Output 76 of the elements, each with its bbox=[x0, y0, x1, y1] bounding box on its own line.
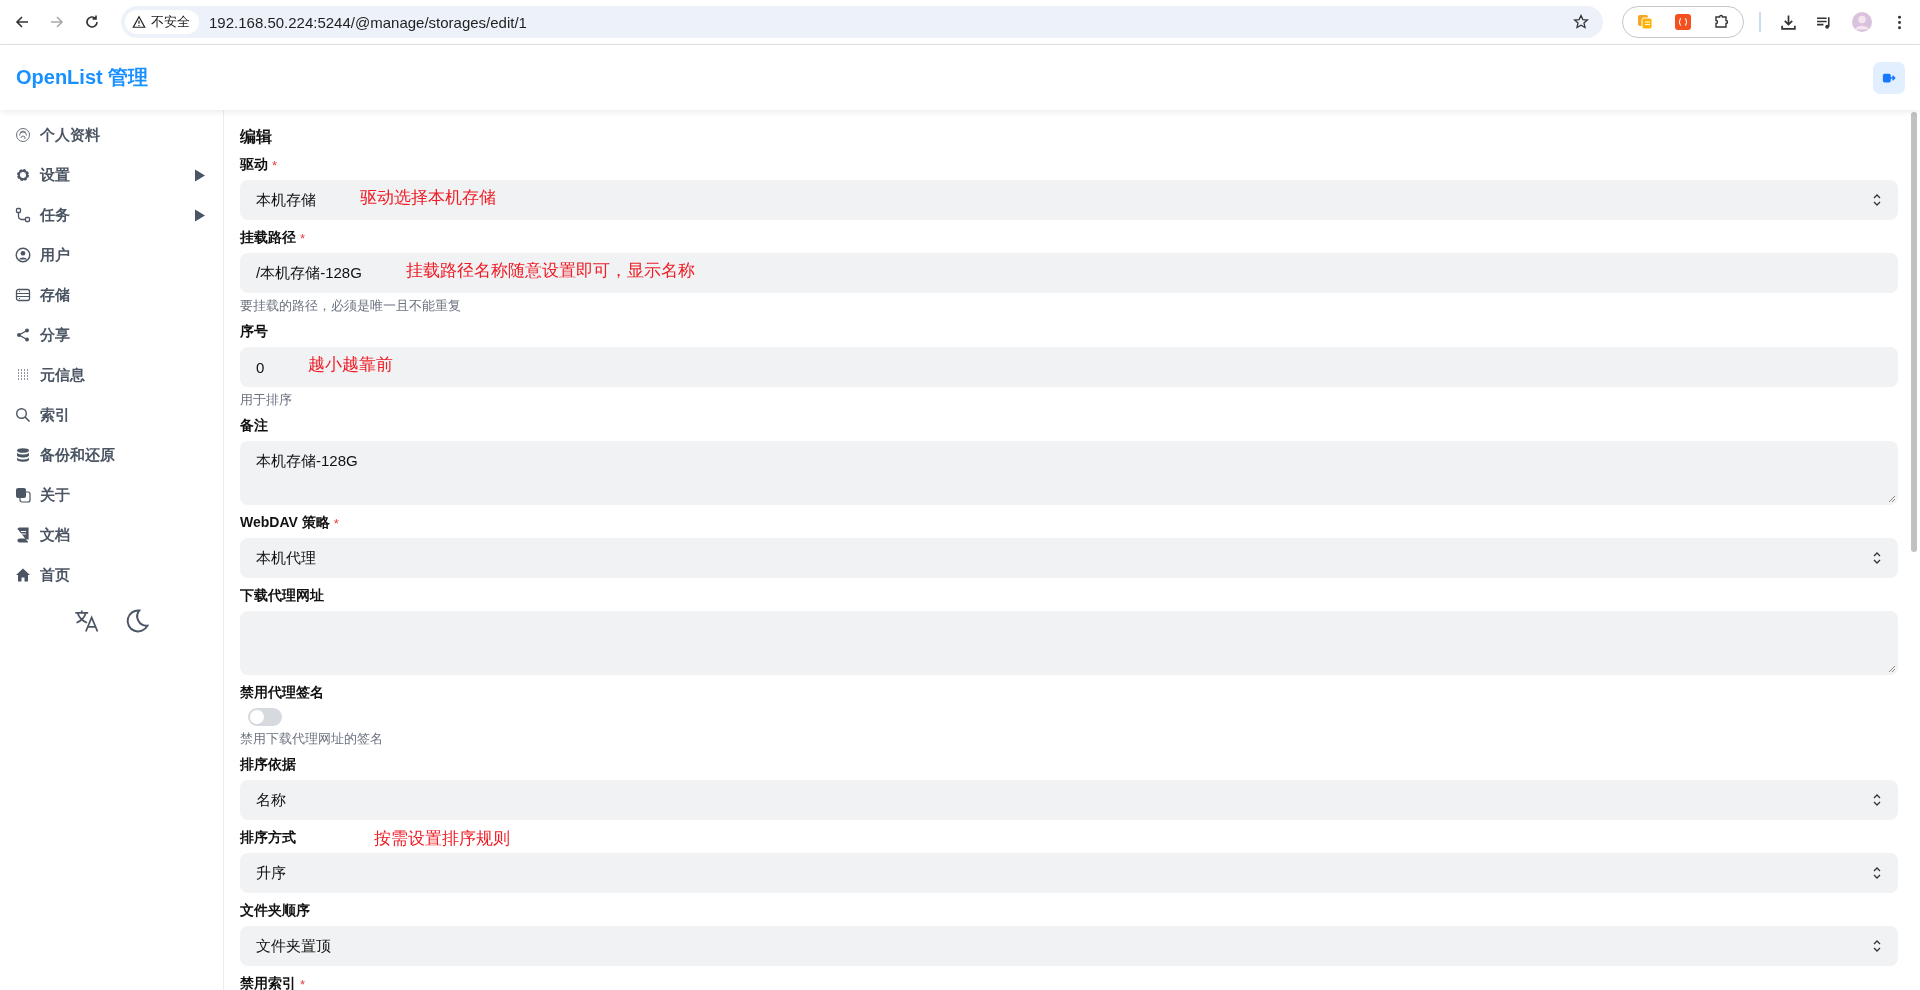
sidebar-item[interactable]: 备份和还原 bbox=[0, 435, 223, 475]
sidebar-item[interactable]: 设置 bbox=[0, 155, 223, 195]
field-label: 禁用索引 bbox=[240, 975, 296, 990]
dots-grid-icon bbox=[15, 367, 31, 383]
select-field[interactable]: 升序 bbox=[240, 853, 1898, 893]
annotation-text: 按需设置排序规则 bbox=[374, 827, 510, 850]
required-asterisk: * bbox=[272, 157, 278, 173]
select-field[interactable]: 本机代理 bbox=[240, 538, 1898, 578]
field-label: 排序依据 bbox=[240, 756, 296, 774]
url-text: 192.168.50.224:5244/@manage/storages/edit/1 bbox=[209, 13, 528, 31]
back-icon[interactable] bbox=[14, 14, 30, 30]
required-asterisk: * bbox=[333, 515, 339, 531]
sidebar-item[interactable]: 文档 bbox=[0, 515, 223, 555]
reload-icon[interactable] bbox=[84, 14, 100, 30]
help-text: 要挂载的路径，必须是唯一且不能重复 bbox=[240, 298, 462, 314]
select-chevron-icon bbox=[1872, 551, 1882, 565]
select-field[interactable]: 名称 bbox=[240, 780, 1898, 820]
security-badge[interactable]: 不安全 bbox=[125, 10, 199, 34]
address-bar[interactable]: 不安全 192.168.50.224:5244/@manage/storages/edit/1 bbox=[121, 6, 1603, 38]
field-label: 挂载路径 bbox=[240, 229, 296, 247]
braces-icon[interactable] bbox=[1675, 14, 1691, 30]
field-label: 备注 bbox=[240, 417, 268, 435]
sidebar-item[interactable]: 首页 bbox=[0, 555, 223, 595]
select-chevron-icon bbox=[1872, 939, 1882, 953]
scrollbar-thumb[interactable] bbox=[1911, 112, 1917, 552]
book-icon bbox=[15, 527, 31, 543]
input-field[interactable]: 0 越小越靠前 bbox=[240, 347, 1898, 387]
annotation-text: 挂载路径名称随意设置即可，显示名称 bbox=[405, 259, 695, 282]
sidebar-item[interactable]: 任务 bbox=[0, 195, 223, 235]
sidebar-item[interactable]: 分享 bbox=[0, 315, 223, 355]
bookmark-star-icon[interactable] bbox=[1573, 14, 1589, 30]
sidebar-item[interactable]: 索引 bbox=[0, 395, 223, 435]
flow-icon bbox=[15, 207, 31, 223]
resize-handle-icon[interactable] bbox=[1888, 665, 1896, 673]
search-icon bbox=[15, 407, 31, 423]
database-icon bbox=[15, 447, 31, 463]
field-label: 序号 bbox=[240, 323, 268, 341]
share-icon bbox=[15, 327, 31, 343]
download-icon[interactable] bbox=[1780, 13, 1797, 31]
select-chevron-icon bbox=[1872, 793, 1882, 807]
field-label: 禁用代理签名 bbox=[240, 684, 324, 702]
annotation-text: 驱动选择本机存储 bbox=[360, 186, 496, 209]
field-label: 排序方式 bbox=[240, 829, 296, 847]
field-label: WebDAV 策略 bbox=[240, 514, 330, 532]
puzzle-icon[interactable] bbox=[1713, 14, 1729, 30]
sidebar-item[interactable]: 用户 bbox=[0, 235, 223, 275]
textarea-field[interactable] bbox=[240, 611, 1898, 675]
field-label: 下载代理网址 bbox=[240, 587, 324, 605]
input-field[interactable]: /本机存储-128G 挂载路径名称随意设置即可，显示名称 bbox=[240, 253, 1898, 293]
user-icon bbox=[15, 247, 31, 263]
annotation-text: 越小越靠前 bbox=[308, 353, 394, 376]
resize-handle-icon[interactable] bbox=[1888, 495, 1896, 503]
copy-icon bbox=[15, 487, 31, 503]
field-label: 驱动 bbox=[240, 156, 268, 174]
gear-icon bbox=[15, 167, 31, 183]
fingerprint-icon bbox=[15, 127, 31, 143]
field-label: 文件夹顺序 bbox=[240, 902, 310, 920]
required-asterisk: * bbox=[300, 230, 306, 246]
sidebar-item[interactable]: 个人资料 bbox=[0, 115, 223, 155]
sidebar-item[interactable]: 存储 bbox=[0, 275, 223, 315]
select-chevron-icon bbox=[1872, 193, 1882, 207]
help-text: 禁用下载代理网址的签名 bbox=[240, 731, 384, 747]
logout-button[interactable] bbox=[1873, 61, 1905, 94]
home-icon bbox=[15, 567, 31, 583]
sidebar-item[interactable]: 元信息 bbox=[0, 355, 223, 395]
form-title: 编辑 bbox=[240, 127, 273, 147]
storage-icon bbox=[15, 287, 31, 303]
required-asterisk: * bbox=[300, 976, 306, 990]
sidebar-item[interactable]: 关于 bbox=[0, 475, 223, 515]
textarea-field[interactable]: 本机存储-128G bbox=[240, 441, 1898, 505]
toggle-switch[interactable] bbox=[248, 708, 282, 726]
select-field[interactable]: 文件夹置顶 bbox=[240, 926, 1898, 966]
select-chevron-icon bbox=[1872, 866, 1882, 880]
forward-icon[interactable] bbox=[49, 14, 65, 30]
select-field[interactable]: 本机存储 驱动选择本机存储 bbox=[240, 180, 1898, 220]
help-text: 用于排序 bbox=[240, 392, 293, 408]
